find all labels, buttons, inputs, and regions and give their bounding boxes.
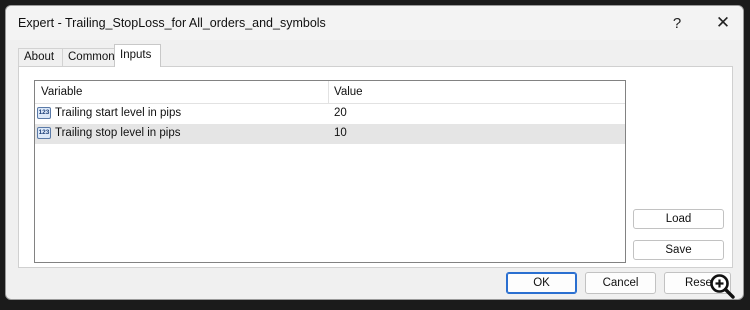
cancel-button[interactable]: Cancel xyxy=(585,272,656,294)
tab-inputs[interactable]: Inputs xyxy=(114,44,161,67)
row-value[interactable]: 10 xyxy=(334,127,347,139)
column-separator[interactable] xyxy=(328,81,329,104)
tab-common[interactable]: Common xyxy=(62,48,118,66)
number-param-icon: 123 xyxy=(37,107,51,119)
expert-properties-dialog: Expert - Trailing_StopLoss_for All_order… xyxy=(5,5,744,300)
tab-about[interactable]: About xyxy=(18,48,64,66)
row-value[interactable]: 20 xyxy=(334,107,347,119)
ok-button[interactable]: OK xyxy=(506,272,577,294)
inputs-panel: Variable Value 123 Trailing start level … xyxy=(18,66,733,268)
close-button[interactable]: ✕ xyxy=(703,10,743,36)
row-variable-name: Trailing stop level in pips xyxy=(55,127,181,139)
help-button[interactable]: ? xyxy=(657,10,697,36)
grid-header: Variable Value xyxy=(35,81,625,104)
zoom-in-icon[interactable] xyxy=(708,272,736,299)
table-row[interactable]: 123 Trailing stop level in pips 10 xyxy=(35,124,625,144)
window-title: Expert - Trailing_StopLoss_for All_order… xyxy=(18,16,326,30)
table-row[interactable]: 123 Trailing start level in pips 20 xyxy=(35,104,625,124)
save-button[interactable]: Save xyxy=(633,240,724,260)
column-header-value[interactable]: Value xyxy=(334,86,363,98)
title-bar: Expert - Trailing_StopLoss_for All_order… xyxy=(6,6,743,40)
number-param-icon: 123 xyxy=(37,127,51,139)
row-variable-name: Trailing start level in pips xyxy=(55,107,182,119)
column-header-variable[interactable]: Variable xyxy=(41,86,82,98)
inputs-grid: Variable Value 123 Trailing start level … xyxy=(34,80,626,263)
load-button[interactable]: Load xyxy=(633,209,724,229)
